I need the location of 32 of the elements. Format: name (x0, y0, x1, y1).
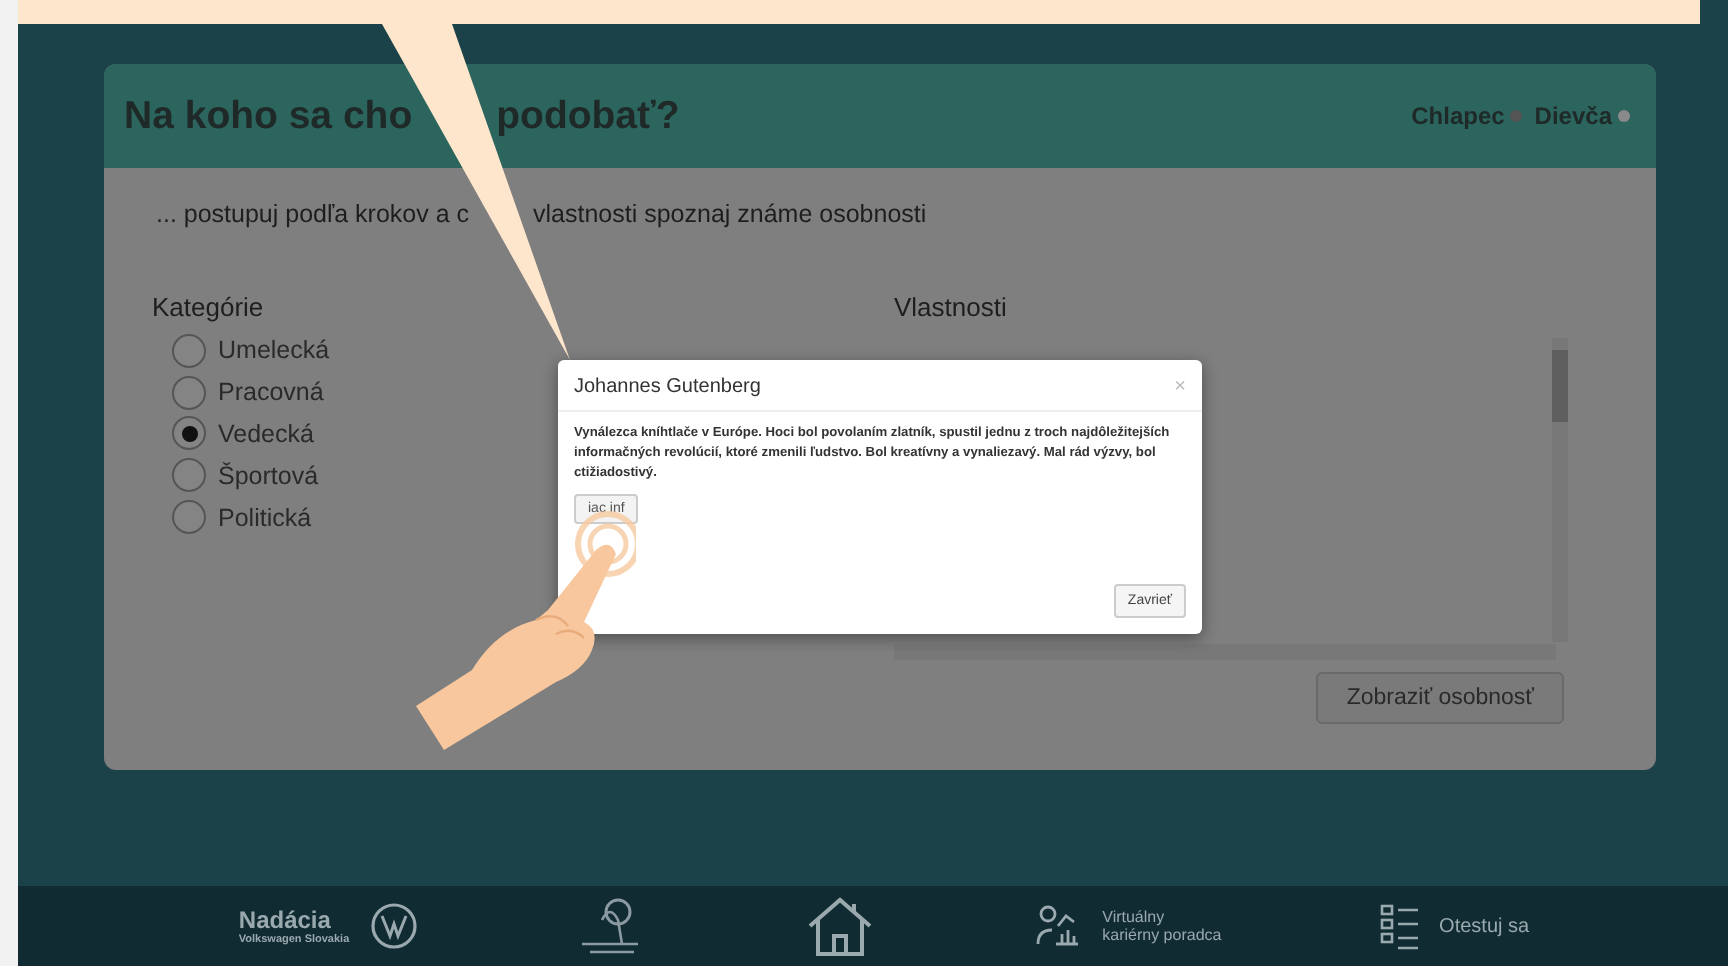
radio-label[interactable]: Športová (218, 461, 319, 490)
radio-button[interactable] (172, 458, 206, 493)
dot-icon (1618, 110, 1630, 122)
section-heading: Kategórie (152, 292, 266, 322)
vertical-scrollbar[interactable] (1552, 338, 1568, 642)
gender-option[interactable]: Chlapec (1411, 102, 1505, 130)
radio-button[interactable] (172, 500, 206, 535)
advisor-link[interactable]: Virtuálny (1102, 908, 1222, 926)
test-link[interactable]: Otestuj sa (1439, 915, 1530, 937)
dot-icon (1510, 110, 1523, 122)
radio-button[interactable] (172, 333, 206, 368)
foundation-name[interactable]: Nadácia (238, 906, 350, 934)
close-button[interactable]: × (1174, 376, 1186, 398)
section-heading: Vlastnosti (894, 292, 1009, 322)
show-personality-button[interactable]: Zobraziť osobnosť (1316, 672, 1564, 724)
radio-label[interactable]: Politická (218, 503, 312, 532)
circle-logo-icon[interactable] (369, 902, 418, 950)
gender-option[interactable]: Dievča (1534, 102, 1612, 130)
checklist-icon[interactable] (1379, 900, 1420, 952)
dialog-title: Johannes Gutenberg (574, 376, 761, 398)
person-chart-icon[interactable] (1034, 902, 1083, 950)
subtitle-text: vlastnosti spoznaj známe osobnosti (533, 200, 927, 228)
radio-label[interactable]: Vedecká (218, 419, 314, 448)
page-title: podobať? (496, 93, 680, 139)
radio-button[interactable] (172, 375, 206, 410)
home-icon[interactable] (804, 894, 877, 958)
radio-label[interactable]: Umelecká (218, 336, 330, 365)
radio-button[interactable] (172, 416, 206, 451)
subtitle-text: ... postupuj podľa krokov a c (156, 200, 470, 228)
advisor-link[interactable]: kariérny poradca (1102, 926, 1222, 944)
radio-label[interactable]: Pracovná (218, 378, 324, 407)
page-title: Na koho sa cho (124, 93, 413, 139)
